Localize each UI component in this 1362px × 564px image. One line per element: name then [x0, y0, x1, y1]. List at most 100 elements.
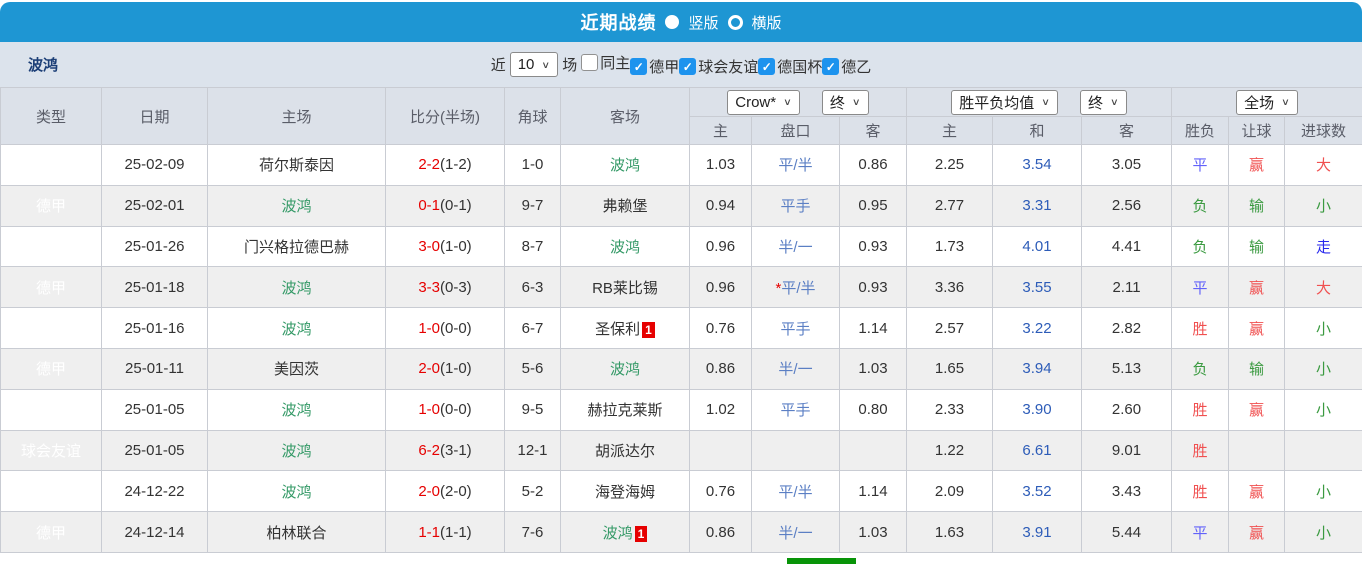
handicap-result-cell: 输	[1229, 226, 1285, 267]
avg-away-odds-cell: 3.05	[1082, 145, 1172, 186]
recent-count-value: 10	[518, 56, 535, 73]
fulltime-score: 2-2	[418, 156, 440, 173]
horizontal-layout-radio[interactable]	[728, 15, 743, 30]
home-team-cell: 波鸿	[208, 185, 386, 226]
unchecked-checkbox-icon[interactable]	[581, 54, 598, 71]
league-cell: 德甲	[1, 185, 102, 226]
crow-home-odds-cell: 0.96	[690, 226, 752, 267]
filter-checkbox-item[interactable]: ✓德乙	[822, 56, 871, 77]
team-name: 门兴格拉德巴赫	[244, 239, 349, 256]
checked-checkbox-icon[interactable]: ✓	[822, 58, 839, 75]
goals-result-cell: 大	[1285, 145, 1362, 186]
team-name: 海登海姆	[595, 484, 655, 501]
result-cell: 平	[1172, 512, 1229, 553]
handicap-cell: 半/一	[752, 348, 840, 389]
corner-cell: 9-7	[505, 185, 561, 226]
filter-checkbox-item[interactable]: ✓德甲	[630, 56, 679, 77]
fulltime-select[interactable]: 全场∨	[1236, 90, 1298, 115]
goals-result-cell	[1285, 430, 1362, 471]
checked-checkbox-icon[interactable]: ✓	[758, 58, 775, 75]
match-row: 德甲25-01-18波鸿3-3(0-3)6-3RB莱比锡0.96*平/半0.93…	[1, 267, 1362, 308]
match-row: 德甲25-02-09荷尔斯泰因2-2(1-2)1-0波鸿1.03平/半0.862…	[1, 145, 1362, 186]
chevron-down-icon: ∨	[1110, 96, 1119, 107]
horizontal-layout-label[interactable]: 横版	[752, 12, 782, 33]
filter-checkbox-label[interactable]: 德甲	[649, 56, 679, 77]
filter-checkbox-label[interactable]: 同主	[600, 52, 630, 73]
avg-away-odds-cell: 5.44	[1082, 512, 1172, 553]
subheader-avg-home: 主	[907, 117, 993, 145]
halftime-score: (3-1)	[440, 442, 472, 459]
bottom-partial-button[interactable]	[787, 558, 856, 564]
score-cell: 1-0(0-0)	[386, 308, 505, 349]
corner-cell: 5-2	[505, 471, 561, 512]
header-away: 客场	[561, 88, 690, 145]
team-name: 波鸿	[610, 239, 640, 256]
filter-checkbox-label[interactable]: 德乙	[841, 56, 871, 77]
crow-away-odds-cell	[840, 430, 907, 471]
filter-checkbox-item[interactable]: ✓德国杯	[758, 56, 822, 77]
away-team-cell: 波鸿	[561, 226, 690, 267]
team-name: 荷尔斯泰因	[259, 157, 334, 174]
away-team-cell: 胡派达尔	[561, 430, 690, 471]
team-name: 胡派达尔	[595, 443, 655, 460]
corner-cell: 9-5	[505, 389, 561, 430]
bookmaker-final-select[interactable]: 终∨	[822, 90, 869, 115]
corner-cell: 8-7	[505, 226, 561, 267]
crow-home-odds-cell: 0.76	[690, 308, 752, 349]
result-cell: 平	[1172, 145, 1229, 186]
corner-cell: 7-6	[505, 512, 561, 553]
avg-home-odds-cell: 1.63	[907, 512, 993, 553]
goals-result-cell: 小	[1285, 512, 1362, 553]
filter-checkbox-item[interactable]: 同主	[581, 52, 630, 73]
crow-away-odds-cell: 1.14	[840, 308, 907, 349]
chevron-down-icon: ∨	[1281, 96, 1290, 107]
avg-home-odds-cell: 2.77	[907, 185, 993, 226]
avg-draw-odds-cell: 3.31	[993, 185, 1082, 226]
goals-result-cell: 小	[1285, 185, 1362, 226]
team-name: 赫拉克莱斯	[587, 402, 662, 419]
recent-count-select[interactable]: 10∨	[510, 52, 558, 77]
filter-checkbox-label[interactable]: 德国杯	[777, 56, 822, 77]
fulltime-score: 0-1	[418, 197, 440, 214]
home-team-cell: 波鸿	[208, 308, 386, 349]
team-name: 圣保利	[595, 321, 640, 338]
header-fulltime-group: 全场∨	[1172, 88, 1362, 117]
corner-cell: 5-6	[505, 348, 561, 389]
date-cell: 25-01-05	[102, 389, 208, 430]
checked-checkbox-icon[interactable]: ✓	[630, 58, 647, 75]
header-date: 日期	[102, 88, 208, 145]
vertical-layout-radio[interactable]	[665, 15, 679, 29]
home-team-cell: 波鸿	[208, 389, 386, 430]
halftime-score: (0-3)	[440, 279, 472, 296]
subheader-avg-draw: 和	[993, 117, 1082, 145]
avg-away-odds-cell: 2.82	[1082, 308, 1172, 349]
checked-checkbox-icon[interactable]: ✓	[679, 58, 696, 75]
crow-away-odds-cell: 1.14	[840, 471, 907, 512]
league-cell: 德甲	[1, 308, 102, 349]
date-cell: 24-12-22	[102, 471, 208, 512]
avg-final-select[interactable]: 终∨	[1080, 90, 1127, 115]
header-type: 类型	[1, 88, 102, 145]
fulltime-score: 3-3	[418, 279, 440, 296]
filter-checkbox-item[interactable]: ✓球会友谊	[679, 56, 758, 77]
avg-home-odds-cell: 1.73	[907, 226, 993, 267]
crow-home-odds-cell: 0.76	[690, 471, 752, 512]
away-team-cell: 圣保利1	[561, 308, 690, 349]
vertical-layout-label[interactable]: 竖版	[688, 12, 718, 33]
avg-final-value: 终	[1088, 92, 1103, 113]
bookmaker-select[interactable]: Crow*∨	[727, 90, 800, 115]
result-cell: 胜	[1172, 308, 1229, 349]
crow-away-odds-cell: 0.86	[840, 145, 907, 186]
handicap-result-cell: 赢	[1229, 389, 1285, 430]
score-cell: 2-0(1-0)	[386, 348, 505, 389]
avg-home-odds-cell: 3.36	[907, 267, 993, 308]
recent-results-widget: 近期战绩 竖版 横版 波鸿 近 10∨ 场 同主✓德甲✓球会友谊✓德国杯✓德乙 …	[0, 0, 1362, 564]
fulltime-score: 6-2	[418, 442, 440, 459]
filter-checkbox-label[interactable]: 球会友谊	[698, 56, 758, 77]
result-cell: 胜	[1172, 430, 1229, 471]
unit-label: 场	[562, 54, 577, 75]
avg-away-odds-cell: 2.11	[1082, 267, 1172, 308]
avg-select[interactable]: 胜平负均值∨	[951, 90, 1058, 115]
date-cell: 25-01-11	[102, 348, 208, 389]
home-team-cell: 波鸿	[208, 471, 386, 512]
